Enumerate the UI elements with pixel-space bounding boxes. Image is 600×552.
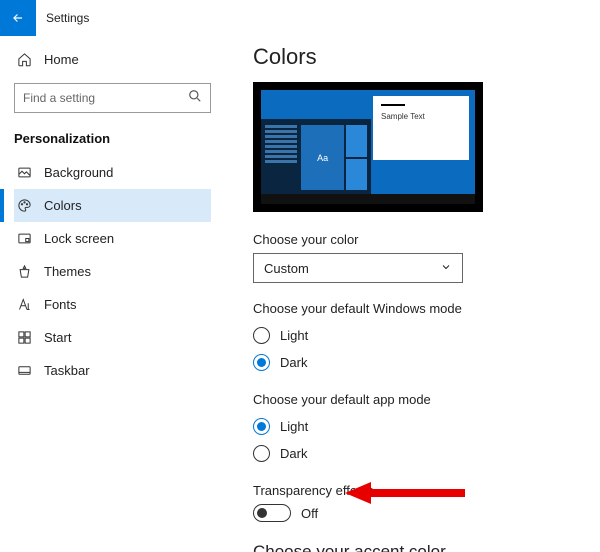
preview-sample-text: Sample Text	[381, 112, 461, 121]
chevron-down-icon	[440, 261, 452, 276]
accent-color-header: Choose your accent color	[253, 542, 572, 552]
page-title: Colors	[253, 44, 572, 70]
transparency-label: Transparency effects	[253, 483, 572, 498]
picture-icon	[16, 165, 32, 180]
preview-start-menu: Aa	[261, 119, 371, 194]
preview-tile: Aa	[301, 125, 344, 190]
app-mode-dark[interactable]: Dark	[253, 440, 572, 467]
sidebar-section-header: Personalization	[14, 131, 211, 146]
toggle-state: Off	[301, 506, 318, 521]
sidebar-item-taskbar[interactable]: Taskbar	[14, 354, 211, 387]
color-preview: Aa Sample Text	[253, 82, 483, 212]
taskbar-icon	[16, 363, 32, 378]
sidebar-item-label: Taskbar	[32, 363, 90, 378]
app-title: Settings	[36, 11, 89, 25]
palette-icon	[16, 198, 32, 213]
preview-tile	[346, 125, 367, 157]
sidebar-item-themes[interactable]: Themes	[14, 255, 211, 288]
start-icon	[16, 330, 32, 345]
back-button[interactable]	[0, 0, 36, 36]
preview-window: Sample Text	[373, 96, 469, 160]
sidebar-item-lockscreen[interactable]: Lock screen	[14, 222, 211, 255]
sidebar-item-colors[interactable]: Colors	[14, 189, 211, 222]
radio-icon	[253, 354, 270, 371]
fonts-icon	[16, 297, 32, 312]
search-input[interactable]	[23, 91, 188, 105]
title-bar: Settings	[0, 0, 600, 36]
search-icon	[188, 89, 202, 108]
radio-label: Dark	[280, 355, 307, 370]
sidebar-item-fonts[interactable]: Fonts	[14, 288, 211, 321]
color-mode-dropdown[interactable]: Custom	[253, 253, 463, 283]
sidebar-item-label: Colors	[32, 198, 82, 213]
transparency-toggle[interactable]: Off	[253, 504, 572, 522]
radio-icon	[253, 445, 270, 462]
sidebar-item-label: Fonts	[32, 297, 77, 312]
sidebar-item-start[interactable]: Start	[14, 321, 211, 354]
choose-color-label: Choose your color	[253, 232, 572, 247]
windows-mode-label: Choose your default Windows mode	[253, 301, 572, 316]
content: Colors Aa Sample Text Choose your color …	[225, 36, 600, 552]
search-box[interactable]	[14, 83, 211, 113]
windows-mode-light[interactable]: Light	[253, 322, 572, 349]
themes-icon	[16, 264, 32, 279]
preview-tile	[346, 159, 367, 191]
radio-icon	[253, 327, 270, 344]
sidebar-home[interactable]: Home	[14, 46, 211, 77]
sidebar-item-background[interactable]: Background	[14, 156, 211, 189]
preview-taskbar	[261, 194, 475, 204]
app-mode-label: Choose your default app mode	[253, 392, 572, 407]
lockscreen-icon	[16, 231, 32, 246]
radio-label: Dark	[280, 446, 307, 461]
sidebar-home-label: Home	[32, 52, 79, 67]
radio-label: Light	[280, 419, 308, 434]
radio-icon	[253, 418, 270, 435]
sidebar-item-label: Themes	[32, 264, 91, 279]
radio-label: Light	[280, 328, 308, 343]
home-icon	[16, 52, 32, 67]
app-mode-light[interactable]: Light	[253, 413, 572, 440]
sidebar-item-label: Start	[32, 330, 71, 345]
sidebar: Home Personalization Background Colors L…	[0, 36, 225, 552]
toggle-switch-icon	[253, 504, 291, 522]
arrow-left-icon	[11, 11, 25, 25]
dropdown-value: Custom	[264, 261, 309, 276]
sidebar-item-label: Lock screen	[32, 231, 114, 246]
sidebar-item-label: Background	[32, 165, 113, 180]
windows-mode-dark[interactable]: Dark	[253, 349, 572, 376]
